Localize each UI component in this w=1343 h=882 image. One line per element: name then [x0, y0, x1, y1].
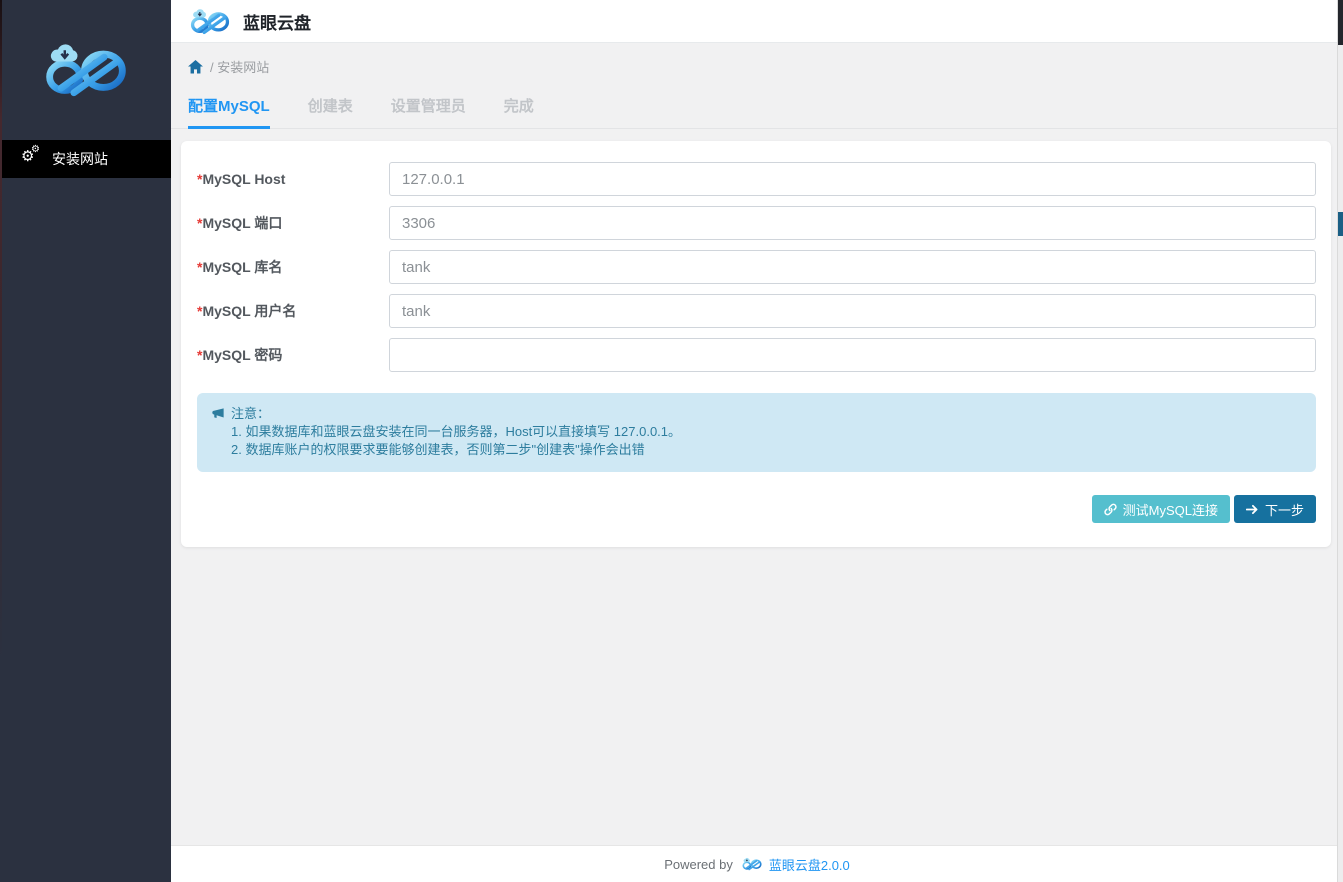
sidebar-item-label: 安装网站 — [52, 149, 108, 169]
notice-item: 1. 如果数据库和蓝眼云盘安装在同一台服务器，Host可以直接填写 127.0.… — [231, 423, 1302, 441]
main-area: 蓝眼云盘 / 安装网站 配置MySQL 创建表 设置管理员 完成 *MySQL … — [171, 0, 1343, 882]
app-title: 蓝眼云盘 — [243, 9, 311, 34]
footer-brand-link[interactable]: 蓝眼云盘2.0.0 — [769, 855, 850, 874]
mysql-host-label: *MySQL Host — [197, 171, 389, 187]
mysql-username-label: *MySQL 用户名 — [197, 301, 389, 321]
arrow-right-icon — [1246, 503, 1259, 516]
breadcrumb-text: / 安装网站 — [210, 57, 269, 76]
powered-by-text: Powered by — [664, 857, 733, 872]
tab-configure-mysql[interactable]: 配置MySQL — [188, 84, 270, 129]
mysql-password-input[interactable] — [389, 338, 1316, 372]
app-logo-icon — [36, 42, 136, 98]
tab-create-tables[interactable]: 创建表 — [308, 84, 353, 129]
home-icon[interactable] — [188, 60, 203, 74]
app-logo-icon — [186, 8, 234, 35]
sidebar-item-install-site[interactable]: ⚙⚙ 安装网站 — [0, 140, 171, 178]
vertical-scrollbar[interactable] — [1337, 0, 1343, 882]
app-logo-icon — [740, 857, 764, 871]
tab-set-admin[interactable]: 设置管理员 — [391, 84, 466, 129]
notice-title-row: 注意： — [211, 405, 1302, 423]
tab-finish[interactable]: 完成 — [504, 84, 534, 129]
mysql-schema-label: *MySQL 库名 — [197, 257, 389, 277]
mysql-password-label: *MySQL 密码 — [197, 345, 389, 365]
mysql-port-label: *MySQL 端口 — [197, 213, 389, 233]
form-row-mysql-host: *MySQL Host — [197, 162, 1316, 196]
mysql-port-input[interactable] — [389, 206, 1316, 240]
notice-item: 2. 数据库账户的权限要求要能够创建表，否则第二步"创建表"操作会出错 — [231, 441, 1302, 459]
form-row-mysql-username: *MySQL 用户名 — [197, 294, 1316, 328]
mysql-config-card: *MySQL Host *MySQL 端口 *MySQL 库名 *MySQL 用… — [181, 141, 1331, 547]
mysql-username-input[interactable] — [389, 294, 1316, 328]
sidebar-logo — [0, 0, 171, 140]
scrollbar-dark-segment — [1338, 0, 1343, 45]
form-row-mysql-port: *MySQL 端口 — [197, 206, 1316, 240]
notice-box: 注意： 1. 如果数据库和蓝眼云盘安装在同一台服务器，Host可以直接填写 12… — [197, 393, 1316, 472]
megaphone-icon — [211, 408, 225, 421]
test-mysql-connection-button[interactable]: 测试MySQL连接 — [1092, 495, 1230, 523]
cogs-icon: ⚙⚙ — [21, 150, 43, 168]
form-row-mysql-password: *MySQL 密码 — [197, 338, 1316, 372]
wizard-tabs: 配置MySQL 创建表 设置管理员 完成 — [171, 84, 1343, 129]
next-step-button[interactable]: 下一步 — [1234, 495, 1316, 523]
notice-title: 注意： — [231, 405, 270, 423]
link-icon — [1104, 503, 1117, 516]
notice-items: 1. 如果数据库和蓝眼云盘安装在同一台服务器，Host可以直接填写 127.0.… — [231, 423, 1302, 459]
sidebar: ⚙⚙ 安装网站 — [0, 0, 171, 882]
scrollbar-thumb[interactable] — [1338, 212, 1343, 236]
footer: Powered by 蓝眼云盘2.0.0 — [171, 845, 1343, 882]
actions-row: 测试MySQL连接 下一步 — [197, 495, 1316, 523]
mysql-host-input[interactable] — [389, 162, 1316, 196]
form-row-mysql-schema: *MySQL 库名 — [197, 250, 1316, 284]
header: 蓝眼云盘 — [171, 0, 1343, 43]
mysql-schema-input[interactable] — [389, 250, 1316, 284]
breadcrumb: / 安装网站 — [171, 43, 1343, 84]
